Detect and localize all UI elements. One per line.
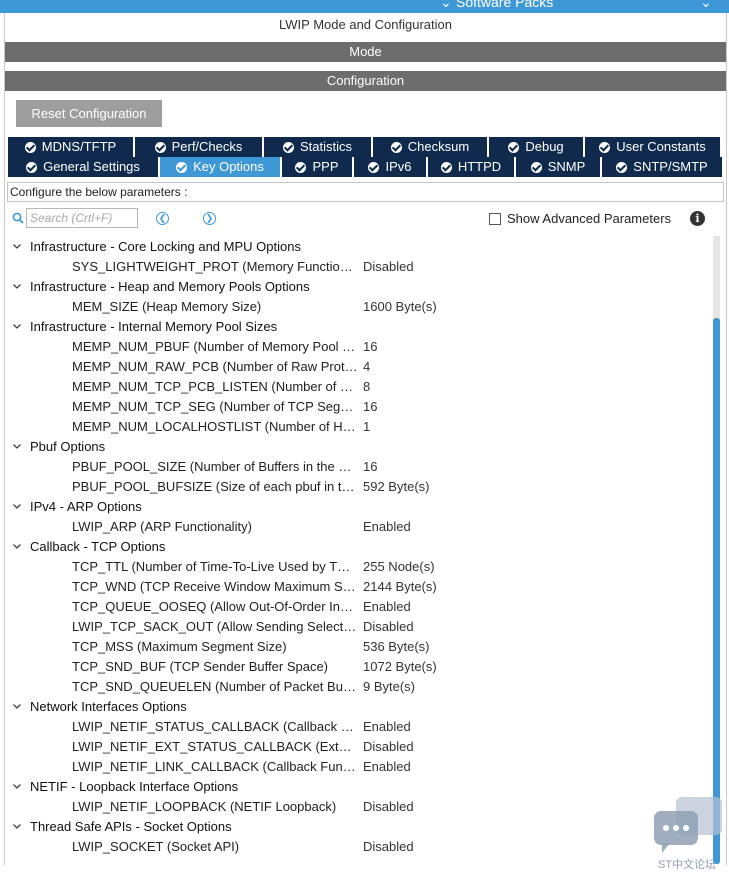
top-blue-bar: ⌄ Software Packs ⌄ bbox=[0, 0, 729, 13]
check-circle-icon bbox=[530, 161, 542, 173]
check-circle-icon bbox=[368, 161, 380, 173]
check-circle-icon bbox=[154, 141, 166, 153]
show-advanced-parameters[interactable]: Show Advanced Parameters bbox=[489, 211, 671, 226]
caret-down-icon bbox=[13, 704, 21, 709]
tree-parameter[interactable]: PBUF_POOL_BUFSIZE (Size of each pbuf in … bbox=[5, 477, 711, 497]
caret-down-icon bbox=[13, 784, 21, 789]
tree-group[interactable]: Network Interfaces Options bbox=[5, 697, 711, 717]
tree-parameter[interactable]: LWIP_NETIF_EXT_STATUS_CALLBACK (Extended… bbox=[5, 737, 711, 757]
caret-down-icon bbox=[13, 244, 21, 249]
chevron-down-icon: ⌄ bbox=[440, 0, 452, 10]
tree-parameter[interactable]: MEM_SIZE (Heap Memory Size) 1600 Byte(s) bbox=[5, 297, 711, 317]
check-circle-icon bbox=[176, 161, 188, 173]
tab-general-settings[interactable]: General Settings bbox=[8, 157, 158, 177]
caret-down-icon bbox=[13, 444, 21, 449]
tab-snmp[interactable]: SNMP bbox=[516, 157, 600, 177]
tree-parameter[interactable]: LWIP_SOCKET (Socket API) Disabled bbox=[5, 837, 711, 857]
tab-row-2: General Settings Key Options PPP IPv6 HT… bbox=[8, 157, 722, 177]
tab-perf-checks[interactable]: Perf/Checks bbox=[135, 137, 262, 157]
check-circle-icon bbox=[390, 141, 402, 153]
tree-group[interactable]: Pbuf Options bbox=[5, 437, 711, 457]
check-circle-icon bbox=[616, 161, 628, 173]
tab-row-1: MDNS/TFTP Perf/Checks Statistics Checksu… bbox=[8, 137, 722, 157]
tree-parameter[interactable]: MEMP_NUM_TCP_SEG (Number of TCP Segments… bbox=[5, 397, 711, 417]
tree-parameter[interactable]: MEMP_NUM_LOCALHOSTLIST (Number of Host I… bbox=[5, 417, 711, 437]
tab-debug[interactable]: Debug bbox=[489, 137, 583, 157]
tree-parameter[interactable]: LWIP_NETIF_LOOPBACK (NETIF Loopback) Disa… bbox=[5, 797, 711, 817]
tree-parameter[interactable]: MEMP_NUM_TCP_PCB_LISTEN (Number of Liste… bbox=[5, 377, 711, 397]
tree-parameter[interactable]: TCP_WND (TCP Receive Window Maximum Size… bbox=[5, 577, 711, 597]
tree-parameter[interactable]: MEMP_NUM_RAW_PCB (Number of Raw Protocol… bbox=[5, 357, 711, 377]
tree-parameter[interactable]: LWIP_NETIF_LINK_CALLBACK (Callback Funct… bbox=[5, 757, 711, 777]
lwip-panel: LWIP Mode and Configuration Mode Configu… bbox=[4, 13, 727, 871]
software-packs-menu[interactable]: ⌄ Software Packs bbox=[440, 0, 553, 11]
tab-user-constants[interactable]: User Constants bbox=[585, 137, 720, 157]
tab-httpd[interactable]: HTTPD bbox=[428, 157, 514, 177]
caret-down-icon bbox=[13, 324, 21, 329]
tree-group[interactable]: IPv4 - ARP Options bbox=[5, 497, 711, 517]
tree-group[interactable]: Thread Safe APIs - Socket Options bbox=[5, 817, 711, 837]
tree-parameter[interactable]: TCP_MSS (Maximum Segment Size) 536 Byte(s… bbox=[5, 637, 711, 657]
mode-header[interactable]: Mode bbox=[5, 42, 726, 62]
forum-watermark: ST中文论坛 bbox=[652, 795, 726, 875]
caret-down-icon bbox=[13, 824, 21, 829]
check-circle-icon bbox=[599, 141, 611, 153]
tree-parameter[interactable]: LWIP_NETIF_STATUS_CALLBACK (Callback Fun… bbox=[5, 717, 711, 737]
check-circle-icon bbox=[282, 141, 294, 153]
tree-group[interactable]: NETIF - Loopback Interface Options bbox=[5, 777, 711, 797]
tree-parameter[interactable]: TCP_SND_QUEUELEN (Number of Packet Buffe… bbox=[5, 677, 711, 697]
panel-title: LWIP Mode and Configuration bbox=[279, 17, 452, 32]
parameter-tree: Infrastructure - Core Locking and MPU Op… bbox=[5, 237, 711, 857]
tree-parameter[interactable]: LWIP_ARP (ARP Functionality) Enabled bbox=[5, 517, 711, 537]
tree-group[interactable]: Infrastructure - Heap and Memory Pools O… bbox=[5, 277, 711, 297]
tab-ipv6[interactable]: IPv6 bbox=[354, 157, 426, 177]
tree-group[interactable]: Infrastructure - Internal Memory Pool Si… bbox=[5, 317, 711, 337]
caret-down-icon bbox=[13, 504, 21, 509]
configuration-header[interactable]: Configuration bbox=[5, 71, 726, 91]
chat-bubble-icon bbox=[654, 797, 722, 853]
reset-configuration-button[interactable]: Reset Configuration bbox=[16, 100, 162, 127]
tab-ppp[interactable]: PPP bbox=[282, 157, 352, 177]
caret-down-icon bbox=[13, 544, 21, 549]
info-icon[interactable]: i bbox=[690, 211, 705, 226]
config-tabs: MDNS/TFTP Perf/Checks Statistics Checksu… bbox=[8, 137, 722, 177]
tree-parameter[interactable]: LWIP_TCP_SACK_OUT (Allow Sending Selecti… bbox=[5, 617, 711, 637]
scrollbar-thumb[interactable] bbox=[713, 318, 720, 864]
search-icon bbox=[12, 212, 24, 224]
caret-down-icon bbox=[13, 284, 21, 289]
tree-group[interactable]: Callback - TCP Options bbox=[5, 537, 711, 557]
check-circle-icon bbox=[508, 141, 520, 153]
advanced-checkbox[interactable] bbox=[489, 212, 501, 225]
tab-sntp-smtp[interactable]: SNTP/SMTP bbox=[602, 157, 722, 177]
tab-mdns-tftp[interactable]: MDNS/TFTP bbox=[8, 137, 133, 157]
check-circle-icon bbox=[26, 161, 38, 173]
tree-parameter[interactable]: TCP_QUEUE_OOSEQ (Allow Out-Of-Order Inco… bbox=[5, 597, 711, 617]
check-circle-icon bbox=[24, 141, 36, 153]
tab-key-options[interactable]: Key Options bbox=[160, 157, 280, 177]
tree-parameter[interactable]: MEMP_NUM_PBUF (Number of Memory Pool str… bbox=[5, 337, 711, 357]
chevron-right-icon[interactable]: ❯ bbox=[203, 212, 216, 225]
tree-group[interactable]: Infrastructure - Core Locking and MPU Op… bbox=[5, 237, 711, 257]
tree-parameter[interactable]: SYS_LIGHTWEIGHT_PROT (Memory Functions P… bbox=[5, 257, 711, 277]
tree-parameter[interactable]: TCP_TTL (Number of Time-To-Live Used by … bbox=[5, 557, 711, 577]
chevron-left-icon[interactable]: ❮ bbox=[156, 212, 169, 225]
tree-parameter[interactable]: PBUF_POOL_SIZE (Number of Buffers in the… bbox=[5, 457, 711, 477]
check-circle-icon bbox=[295, 161, 307, 173]
check-circle-icon bbox=[440, 161, 452, 173]
search-input[interactable] bbox=[26, 208, 138, 228]
tab-checksum[interactable]: Checksum bbox=[373, 137, 487, 157]
configure-description: Configure the below parameters : bbox=[7, 182, 724, 202]
tab-statistics[interactable]: Statistics bbox=[264, 137, 371, 157]
chevron-down-icon[interactable]: ⌄ bbox=[700, 0, 712, 11]
tree-parameter[interactable]: TCP_SND_BUF (TCP Sender Buffer Space) 107… bbox=[5, 657, 711, 677]
